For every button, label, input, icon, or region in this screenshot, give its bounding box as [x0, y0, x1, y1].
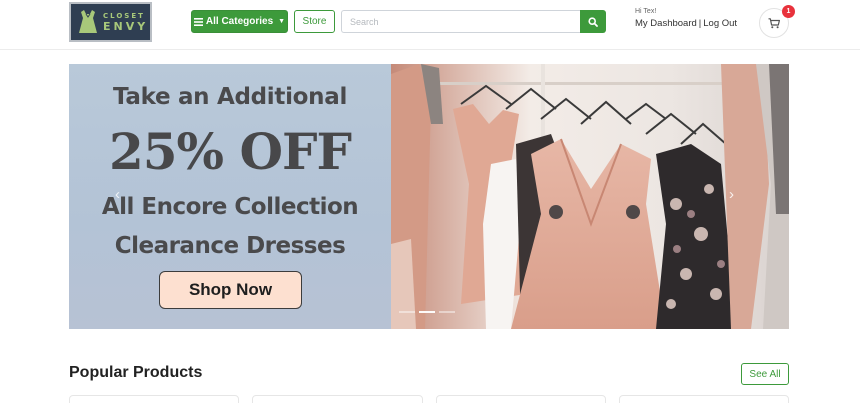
promo-discount: 25% OFF	[108, 122, 352, 181]
bars-icon	[193, 17, 203, 26]
promo-line-4: Clearance Dresses	[114, 233, 346, 259]
carousel-indicator-2[interactable]	[419, 311, 435, 313]
hero-carousel[interactable]: Take an Additional 25% OFF All Encore Co…	[69, 64, 789, 329]
product-card[interactable]	[435, 395, 606, 403]
store-button[interactable]: Store	[294, 10, 335, 33]
all-categories-label: All Categories	[205, 16, 274, 27]
logo-line-1: CLOSET	[103, 11, 145, 20]
popular-products-heading: Popular Products	[69, 364, 203, 381]
shop-now-button[interactable]: Shop Now	[159, 271, 302, 309]
site-header: CLOSET ENVY All Categories ▼ Store Hi Te…	[0, 0, 860, 50]
chevron-left-icon[interactable]: ‹	[115, 186, 120, 203]
all-categories-button[interactable]: All Categories ▼	[191, 10, 288, 33]
greeting-text: Hi Tex!	[635, 8, 657, 15]
link-separator: |	[698, 18, 702, 29]
product-grid	[69, 395, 789, 403]
carousel-indicator-3[interactable]	[439, 311, 455, 313]
see-all-button[interactable]: See All	[741, 363, 789, 385]
log-out-link[interactable]: Log Out	[703, 18, 737, 29]
caret-down-icon: ▼	[278, 18, 286, 25]
closet-envy-logo[interactable]: CLOSET ENVY	[69, 2, 152, 42]
product-card[interactable]	[618, 395, 789, 403]
dress-logo-icon	[77, 9, 99, 35]
cart-count-badge: 1	[782, 5, 795, 18]
product-card[interactable]	[69, 395, 240, 403]
logo-line-2: ENVY	[103, 19, 149, 33]
search-icon	[588, 16, 598, 27]
search-input[interactable]	[341, 10, 581, 33]
my-dashboard-link[interactable]: My Dashboard	[635, 18, 697, 29]
carousel-indicators	[399, 311, 455, 313]
cart-icon	[768, 17, 780, 28]
carousel-indicator-1[interactable]	[399, 311, 415, 313]
logo-wordmark: CLOSET ENVY	[103, 11, 149, 33]
promo-line-1: Take an Additional	[112, 84, 348, 110]
account-links: My Dashboard | Log Out	[635, 19, 737, 29]
chevron-right-icon[interactable]: ›	[729, 186, 734, 203]
search-button[interactable]	[580, 10, 606, 33]
product-card[interactable]	[252, 395, 423, 403]
account-menu: Hi Tex! My Dashboard | Log Out	[635, 8, 737, 29]
